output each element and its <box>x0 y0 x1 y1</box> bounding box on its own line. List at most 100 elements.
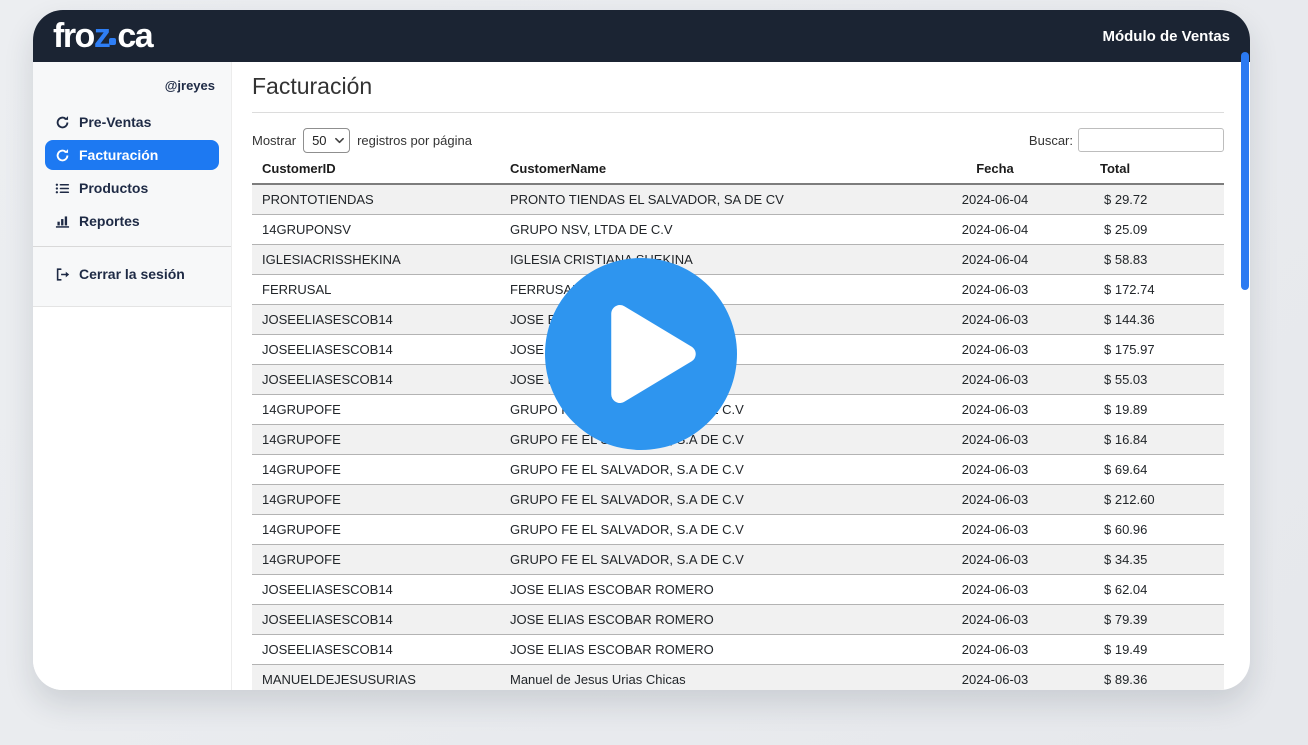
table-row: JOSEELIASESCOB14JOSE ELIAS ESCOBAR ROMER… <box>252 364 1224 394</box>
search-label: Buscar: <box>1029 133 1073 148</box>
records-label: registros por página <box>357 133 472 148</box>
table-row: JOSEELIASESCOB14JOSE ELIAS ESCOBAR ROMER… <box>252 304 1224 334</box>
total-cell: $ 212.60 <box>1090 484 1224 514</box>
fecha-cell: 2024-06-04 <box>900 184 1090 214</box>
video-play-button[interactable] <box>545 258 737 450</box>
search-control: Buscar: <box>1029 128 1224 152</box>
sidebar-item-productos[interactable]: Productos <box>45 173 219 203</box>
page-length-control: Mostrar 50 registros por página <box>252 128 472 153</box>
vertical-scrollbar-thumb[interactable] <box>1241 52 1249 290</box>
total-cell: $ 19.89 <box>1090 394 1224 424</box>
customer-id-cell: JOSEELIASESCOB14 <box>252 334 500 364</box>
total-cell: $ 58.83 <box>1090 244 1224 274</box>
customer-name-cell: JOSE ELIAS ESCOBAR ROMERO <box>500 574 900 604</box>
customer-id-cell: 14GRUPOFE <box>252 514 500 544</box>
customer-name-cell: GRUPO FE EL SALVADOR, S.A DE C.V <box>500 514 900 544</box>
table-row: JOSEELIASESCOB14JOSE ELIAS ESCOBAR ROMER… <box>252 574 1224 604</box>
customer-name-cell: GRUPO FE EL SALVADOR, S.A DE C.V <box>500 544 900 574</box>
fecha-cell: 2024-06-03 <box>900 304 1090 334</box>
invoices-table: CustomerIDCustomerNameFechaTotal PRONTOT… <box>252 153 1224 690</box>
brand-logo: frozca <box>53 19 152 53</box>
total-cell: $ 79.39 <box>1090 604 1224 634</box>
fecha-cell: 2024-06-03 <box>900 664 1090 690</box>
fecha-cell: 2024-06-03 <box>900 574 1090 604</box>
customer-id-cell: IGLESIACRISSHEKINA <box>252 244 500 274</box>
sidebar-item-label: Facturación <box>79 147 158 163</box>
customer-id-cell: 14GRUPOFE <box>252 394 500 424</box>
page-title: Facturación <box>252 72 1224 100</box>
customer-id-cell: JOSEELIASESCOB14 <box>252 634 500 664</box>
fecha-cell: 2024-06-03 <box>900 424 1090 454</box>
page-size-value: 50 <box>312 133 326 148</box>
table-row: 14GRUPOFEGRUPO FE EL SALVADOR, S.A DE C.… <box>252 484 1224 514</box>
total-cell: $ 175.97 <box>1090 334 1224 364</box>
main-content: Facturación Mostrar 50 registros por pág… <box>232 62 1250 690</box>
total-cell: $ 62.04 <box>1090 574 1224 604</box>
page-size-select[interactable]: 50 <box>303 128 350 153</box>
customer-id-cell: JOSEELIASESCOB14 <box>252 574 500 604</box>
customer-name-cell: JOSE ELIAS ESCOBAR ROMERO <box>500 634 900 664</box>
table-row: IGLESIACRISSHEKINAIGLESIA CRISTIANA SHEK… <box>252 244 1224 274</box>
table-row: 14GRUPOFEGRUPO FE EL SALVADOR, S.A DE C.… <box>252 454 1224 484</box>
sidebar-nav: Pre-Ventas Facturación Productos Reportes <box>45 107 219 236</box>
play-icon <box>545 258 737 450</box>
sidebar-item-facturacion[interactable]: Facturación <box>45 140 219 170</box>
customer-id-cell: 14GRUPOFE <box>252 544 500 574</box>
column-header-fecha[interactable]: Fecha <box>900 153 1090 184</box>
customer-id-cell: PRONTOTIENDAS <box>252 184 500 214</box>
table-controls: Mostrar 50 registros por página Buscar: <box>252 127 1224 153</box>
table-header-row: CustomerIDCustomerNameFechaTotal <box>252 153 1224 184</box>
sidebar-panel: @jreyes Pre-Ventas Facturación Productos Re… <box>33 62 231 307</box>
bar-chart-icon <box>55 214 70 229</box>
sidebar-item-label: Cerrar la sesión <box>79 266 185 282</box>
fecha-cell: 2024-06-03 <box>900 634 1090 664</box>
fecha-cell: 2024-06-03 <box>900 394 1090 424</box>
column-header-total[interactable]: Total <box>1090 153 1224 184</box>
customer-name-cell: PRONTO TIENDAS EL SALVADOR, SA DE CV <box>500 184 900 214</box>
username: @jreyes <box>45 78 219 93</box>
customer-id-cell: JOSEELIASESCOB14 <box>252 304 500 334</box>
customer-name-cell: JOSE ELIAS ESCOBAR ROMERO <box>500 604 900 634</box>
fecha-cell: 2024-06-03 <box>900 274 1090 304</box>
sidebar-item-label: Pre-Ventas <box>79 114 151 130</box>
sidebar-item-pre-ventas[interactable]: Pre-Ventas <box>45 107 219 137</box>
fecha-cell: 2024-06-03 <box>900 514 1090 544</box>
table-row: JOSEELIASESCOB14JOSE ELIAS ESCOBAR ROMER… <box>252 604 1224 634</box>
total-cell: $ 144.36 <box>1090 304 1224 334</box>
table-row: 14GRUPONSVGRUPO NSV, LTDA DE C.V2024-06-… <box>252 214 1224 244</box>
module-title: Módulo de Ventas <box>1102 28 1230 45</box>
table-row: 14GRUPOFEGRUPO FE EL SALVADOR, S.A DE C.… <box>252 514 1224 544</box>
fecha-cell: 2024-06-03 <box>900 484 1090 514</box>
table-row: JOSEELIASESCOB14JOSE ELIAS ESCOBAR ROMER… <box>252 334 1224 364</box>
table-row: MANUELDEJESUSURIASManuel de Jesus Urias … <box>252 664 1224 690</box>
customer-name-cell: GRUPO FE EL SALVADOR, S.A DE C.V <box>500 484 900 514</box>
fecha-cell: 2024-06-03 <box>900 364 1090 394</box>
page-background: frozca Módulo de Ventas @jreyes Pre-Vent… <box>0 0 1308 745</box>
table-row: 14GRUPOFEGRUPO FE EL SALVADOR, S.A DE C.… <box>252 424 1224 454</box>
search-input[interactable] <box>1078 128 1224 152</box>
total-cell: $ 60.96 <box>1090 514 1224 544</box>
title-divider <box>252 112 1224 113</box>
total-cell: $ 19.49 <box>1090 634 1224 664</box>
customer-id-cell: JOSEELIASESCOB14 <box>252 604 500 634</box>
customer-id-cell: 14GRUPOFE <box>252 424 500 454</box>
column-header-customername[interactable]: CustomerName <box>500 153 900 184</box>
sidebar-item-logout[interactable]: Cerrar la sesión <box>45 259 219 289</box>
customer-id-cell: 14GRUPONSV <box>252 214 500 244</box>
list-icon <box>55 181 70 196</box>
sidebar-item-reportes[interactable]: Reportes <box>45 206 219 236</box>
total-cell: $ 34.35 <box>1090 544 1224 574</box>
fecha-cell: 2024-06-04 <box>900 244 1090 274</box>
customer-id-cell: MANUELDEJESUSURIAS <box>252 664 500 690</box>
customer-id-cell: JOSEELIASESCOB14 <box>252 364 500 394</box>
customer-id-cell: 14GRUPOFE <box>252 484 500 514</box>
column-header-customerid[interactable]: CustomerID <box>252 153 500 184</box>
table-row: PRONTOTIENDASPRONTO TIENDAS EL SALVADOR,… <box>252 184 1224 214</box>
brand-accent-letter: z <box>94 19 110 53</box>
customer-id-cell: 14GRUPOFE <box>252 454 500 484</box>
sidebar-item-label: Productos <box>79 180 148 196</box>
total-cell: $ 29.72 <box>1090 184 1224 214</box>
customer-name-cell: GRUPO FE EL SALVADOR, S.A DE C.V <box>500 454 900 484</box>
total-cell: $ 25.09 <box>1090 214 1224 244</box>
sidebar-item-label: Reportes <box>79 213 140 229</box>
